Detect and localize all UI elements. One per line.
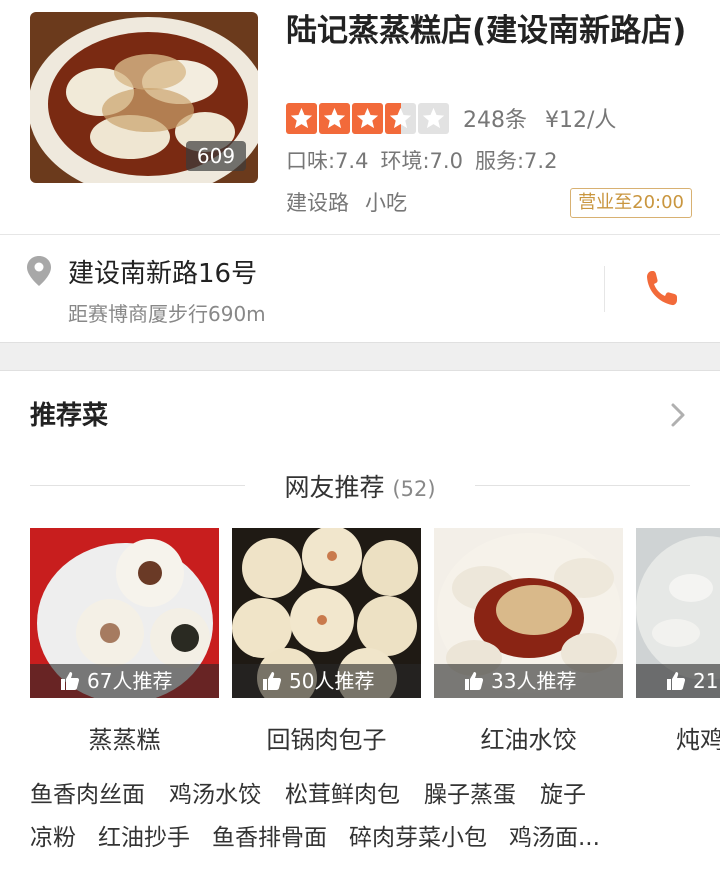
- photo-count-badge: 609: [186, 141, 246, 171]
- shop-tags: 建设路 小吃: [286, 187, 407, 217]
- thumbs-up-icon: [61, 672, 80, 690]
- dish-tag[interactable]: 臊子蒸蛋: [424, 775, 516, 809]
- dish-likes-text: 33人推荐: [491, 669, 577, 693]
- subheader-text: 网友推荐: [284, 473, 385, 502]
- sub-scores: 口味:7.4 环境:7.0 服务:7.2: [286, 145, 557, 175]
- dish-likes: 67人推荐: [30, 664, 219, 698]
- thumbs-up-icon: [667, 672, 686, 690]
- dish-likes-text: 67人推荐: [87, 669, 173, 693]
- more-dishes-row: 凉粉 红油抄手 鱼香排骨面 碎肉芽菜小包 鸡汤面...: [30, 818, 600, 852]
- dish-tag[interactable]: 鸡汤水饺: [169, 775, 261, 809]
- dish-tag[interactable]: 碎肉芽菜小包: [349, 818, 487, 852]
- star-icon: [352, 102, 383, 134]
- dish-card[interactable]: 21: [636, 528, 720, 698]
- rating-row: 248条 ¥12/人: [286, 101, 616, 135]
- dish-tag[interactable]: 红油抄手: [98, 818, 190, 852]
- dish-likes: 21: [636, 664, 720, 698]
- recommend-title: 推荐菜: [30, 401, 109, 431]
- dish-likes-text: 50人推荐: [289, 669, 375, 693]
- dish-name[interactable]: 蒸蒸糕: [30, 720, 219, 755]
- dish-card[interactable]: 50人推荐: [232, 528, 421, 698]
- dish-tag[interactable]: 松茸鲜肉包: [285, 775, 400, 809]
- tag-category[interactable]: 小吃: [365, 187, 407, 217]
- subheader-count: (52): [392, 477, 436, 501]
- shop-header: 609 陆记蒸蒸糕店(建设南新路店) 248条 ¥12/人 口味:7.4 环境:…: [0, 0, 720, 234]
- dish-tag[interactable]: 旋子: [540, 775, 586, 809]
- dish-tag[interactable]: 鱼香肉丝面: [30, 775, 145, 809]
- dish-name[interactable]: 炖鸡: [676, 720, 720, 755]
- shop-photo[interactable]: 609: [30, 12, 258, 183]
- netizen-recommend-label: 网友推荐 (52): [0, 468, 720, 504]
- dish-tag[interactable]: 鱼香排骨面: [212, 818, 327, 852]
- more-dishes-row: 鱼香肉丝面 鸡汤水饺 松茸鲜肉包 臊子蒸蛋 旋子: [30, 775, 586, 809]
- dish-likes-text: 21: [693, 669, 719, 693]
- address-street: 建设南新路16号: [68, 259, 258, 289]
- section-gap: [0, 342, 720, 371]
- dish-card[interactable]: 33人推荐: [434, 528, 623, 698]
- review-count: 248条: [463, 108, 527, 133]
- average-price: ¥12/人: [545, 108, 617, 133]
- score-taste: 口味:7.4: [286, 149, 369, 173]
- location-pin-icon: [27, 256, 51, 286]
- dish-tag[interactable]: 凉粉: [30, 818, 76, 852]
- dish-card[interactable]: 67人推荐: [30, 528, 219, 698]
- thumbs-up-icon: [465, 672, 484, 690]
- chevron-right-icon[interactable]: [668, 401, 688, 429]
- star-icon: [418, 102, 449, 134]
- address-distance: 距赛博商厦步行690m: [68, 302, 266, 326]
- star-rating: [286, 102, 449, 134]
- dish-tag[interactable]: 鸡汤面...: [509, 818, 600, 852]
- star-icon: [319, 102, 350, 134]
- star-icon: [385, 102, 416, 134]
- score-service: 服务:7.2: [474, 149, 558, 173]
- tag-area[interactable]: 建设路: [286, 187, 349, 217]
- dish-likes: 33人推荐: [434, 664, 623, 698]
- dish-name[interactable]: 回锅肉包子: [232, 720, 421, 755]
- shop-name: 陆记蒸蒸糕店(建设南新路店): [286, 13, 687, 49]
- star-icon: [286, 102, 317, 134]
- score-environment: 环境:7.0: [380, 149, 463, 173]
- divider: [604, 266, 605, 312]
- netizen-recommend-header: 网友推荐 (52): [0, 464, 720, 508]
- dish-likes: 50人推荐: [232, 664, 421, 698]
- dish-name[interactable]: 红油水饺: [434, 720, 623, 755]
- thumbs-up-icon: [263, 672, 282, 690]
- phone-icon[interactable]: [644, 268, 680, 308]
- business-hours-badge: 营业至20:00: [570, 188, 692, 218]
